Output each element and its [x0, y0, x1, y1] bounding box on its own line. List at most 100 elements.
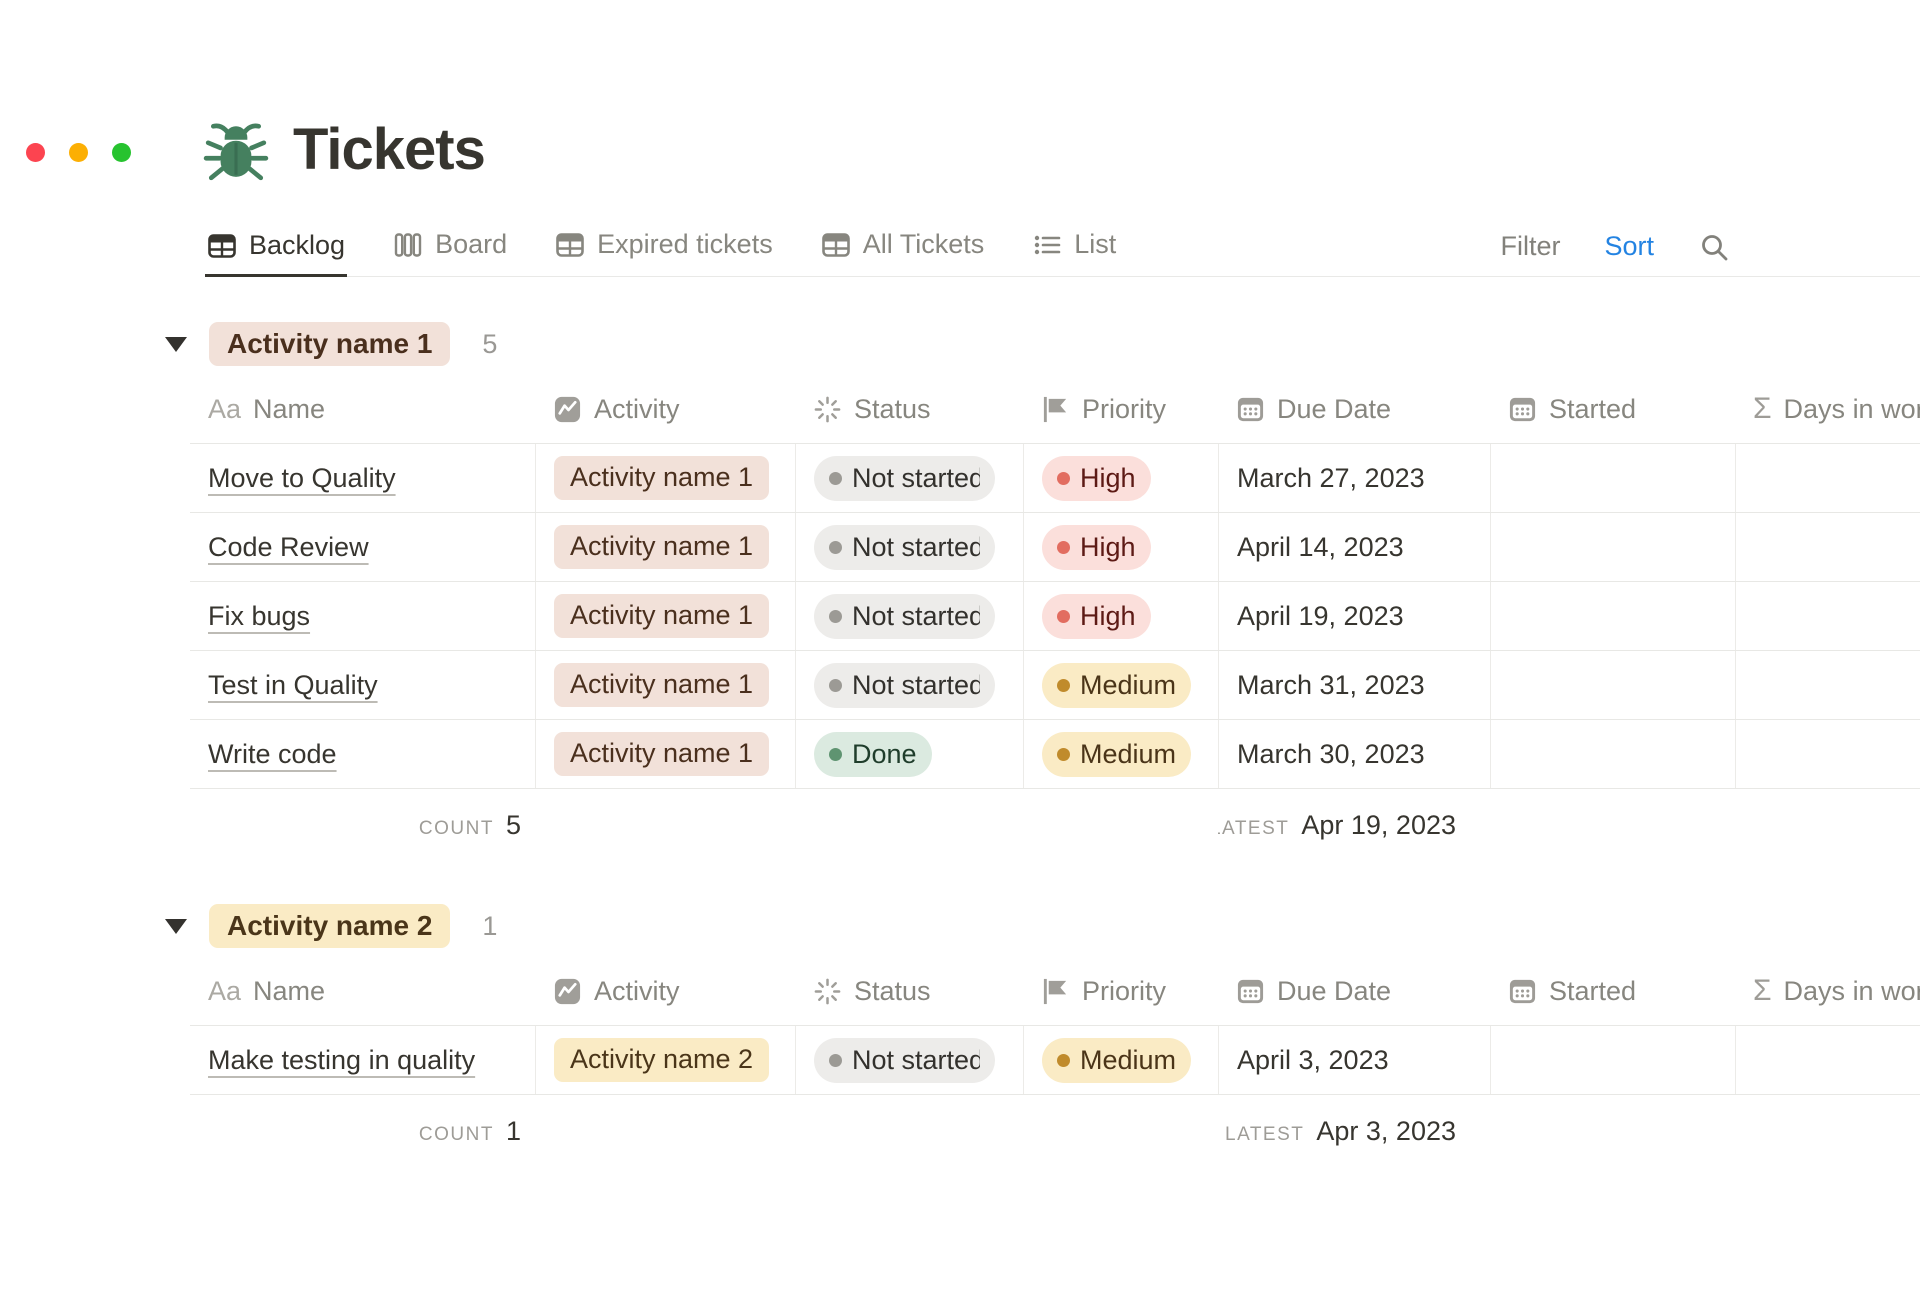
cell-status[interactable]: Not started	[795, 1026, 1023, 1094]
column-header-status[interactable]: Status	[795, 375, 1023, 443]
ticket-name[interactable]: Test in Quality	[208, 670, 378, 701]
cell-due-date[interactable]: April 14, 2023	[1218, 513, 1490, 581]
minimize-window-button[interactable]	[69, 143, 88, 162]
latest-aggregate[interactable]: LATEST Apr 3, 2023	[1218, 1116, 1456, 1147]
cell-started[interactable]	[1490, 720, 1735, 788]
group-tag[interactable]: Activity name 1	[209, 322, 450, 366]
ticket-name[interactable]: Fix bugs	[208, 601, 310, 632]
column-header-status[interactable]: Status	[795, 957, 1023, 1025]
group-tag[interactable]: Activity name 2	[209, 904, 450, 948]
activity-tag[interactable]: Activity name 1	[554, 732, 769, 776]
latest-aggregate[interactable]: LATEST Apr 19, 2023	[1218, 810, 1456, 841]
column-header-priority[interactable]: Priority	[1023, 375, 1218, 443]
cell-days-in-work[interactable]	[1735, 513, 1920, 581]
cell-days-in-work[interactable]	[1735, 444, 1920, 512]
cell-due-date[interactable]: March 31, 2023	[1218, 651, 1490, 719]
activity-tag[interactable]: Activity name 1	[554, 525, 769, 569]
cell-status[interactable]: Not started	[795, 582, 1023, 650]
cell-priority[interactable]: High	[1023, 513, 1218, 581]
cell-priority[interactable]: High	[1023, 582, 1218, 650]
column-header-name[interactable]: Aa Name	[190, 375, 535, 443]
priority-pill[interactable]: High	[1042, 456, 1151, 501]
tab-backlog[interactable]: Backlog	[205, 218, 347, 277]
cell-started[interactable]	[1490, 513, 1735, 581]
count-aggregate[interactable]: COUNT 5	[190, 810, 535, 841]
cell-activity[interactable]: Activity name 1	[535, 651, 795, 719]
column-header-started[interactable]: Started	[1490, 375, 1735, 443]
collapse-triangle-icon[interactable]	[165, 337, 187, 352]
cell-activity[interactable]: Activity name 2	[535, 1026, 795, 1094]
filter-button[interactable]: Filter	[1500, 231, 1560, 262]
status-pill[interactable]: Not started	[814, 1038, 995, 1083]
cell-days-in-work[interactable]	[1735, 651, 1920, 719]
cell-started[interactable]	[1490, 444, 1735, 512]
cell-name[interactable]: Write code	[190, 720, 535, 788]
activity-tag[interactable]: Activity name 1	[554, 456, 769, 500]
cell-days-in-work[interactable]	[1735, 1026, 1920, 1094]
cell-priority[interactable]: Medium	[1023, 1026, 1218, 1094]
cell-started[interactable]	[1490, 1026, 1735, 1094]
tab-board[interactable]: Board	[391, 217, 509, 276]
activity-tag[interactable]: Activity name 2	[554, 1038, 769, 1082]
cell-started[interactable]	[1490, 582, 1735, 650]
cell-priority[interactable]: Medium	[1023, 720, 1218, 788]
cell-name[interactable]: Code Review	[190, 513, 535, 581]
cell-name[interactable]: Move to Quality	[190, 444, 535, 512]
cell-status[interactable]: Not started	[795, 444, 1023, 512]
cell-activity[interactable]: Activity name 1	[535, 444, 795, 512]
column-header-priority[interactable]: Priority	[1023, 957, 1218, 1025]
tab-expired-tickets[interactable]: Expired tickets	[553, 217, 775, 276]
status-pill[interactable]: Not started	[814, 594, 995, 639]
sort-button[interactable]: Sort	[1604, 231, 1654, 262]
cell-status[interactable]: Not started	[795, 513, 1023, 581]
priority-pill[interactable]: High	[1042, 594, 1151, 639]
cell-priority[interactable]: High	[1023, 444, 1218, 512]
ticket-name[interactable]: Move to Quality	[208, 463, 396, 494]
status-pill[interactable]: Not started	[814, 525, 995, 570]
tab-list[interactable]: List	[1030, 217, 1118, 276]
cell-status[interactable]: Not started	[795, 651, 1023, 719]
priority-pill[interactable]: High	[1042, 525, 1151, 570]
cell-name[interactable]: Fix bugs	[190, 582, 535, 650]
cell-activity[interactable]: Activity name 1	[535, 582, 795, 650]
ticket-name[interactable]: Make testing in quality	[208, 1045, 475, 1076]
search-icon[interactable]	[1698, 231, 1730, 263]
column-header-due-date[interactable]: Due Date	[1218, 957, 1490, 1025]
column-header-activity[interactable]: Activity	[535, 375, 795, 443]
bug-icon[interactable]	[203, 117, 269, 183]
column-header-due-date[interactable]: Due Date	[1218, 375, 1490, 443]
cell-started[interactable]	[1490, 651, 1735, 719]
zoom-window-button[interactable]	[112, 143, 131, 162]
cell-priority[interactable]: Medium	[1023, 651, 1218, 719]
cell-due-date[interactable]: April 19, 2023	[1218, 582, 1490, 650]
status-pill[interactable]: Not started	[814, 456, 995, 501]
column-header-started[interactable]: Started	[1490, 957, 1735, 1025]
cell-due-date[interactable]: April 3, 2023	[1218, 1026, 1490, 1094]
tab-all-tickets[interactable]: All Tickets	[819, 217, 987, 276]
column-header-activity[interactable]: Activity	[535, 957, 795, 1025]
ticket-name[interactable]: Write code	[208, 739, 337, 770]
cell-days-in-work[interactable]	[1735, 720, 1920, 788]
cell-activity[interactable]: Activity name 1	[535, 513, 795, 581]
collapse-triangle-icon[interactable]	[165, 919, 187, 934]
page-title[interactable]: Tickets	[293, 116, 485, 183]
cell-due-date[interactable]: March 27, 2023	[1218, 444, 1490, 512]
ticket-name[interactable]: Code Review	[208, 532, 369, 563]
cell-due-date[interactable]: March 30, 2023	[1218, 720, 1490, 788]
cell-name[interactable]: Test in Quality	[190, 651, 535, 719]
activity-tag[interactable]: Activity name 1	[554, 663, 769, 707]
column-header-days-in-work[interactable]: Σ Days in work	[1735, 375, 1920, 443]
priority-pill[interactable]: Medium	[1042, 1038, 1191, 1083]
cell-status[interactable]: Done	[795, 720, 1023, 788]
column-header-days-in-work[interactable]: Σ Days in work	[1735, 957, 1920, 1025]
status-pill[interactable]: Done	[814, 732, 932, 777]
cell-days-in-work[interactable]	[1735, 582, 1920, 650]
status-pill[interactable]: Not started	[814, 663, 995, 708]
column-header-name[interactable]: Aa Name	[190, 957, 535, 1025]
priority-pill[interactable]: Medium	[1042, 732, 1191, 777]
activity-tag[interactable]: Activity name 1	[554, 594, 769, 638]
close-window-button[interactable]	[26, 143, 45, 162]
cell-activity[interactable]: Activity name 1	[535, 720, 795, 788]
count-aggregate[interactable]: COUNT 1	[190, 1116, 535, 1147]
priority-pill[interactable]: Medium	[1042, 663, 1191, 708]
